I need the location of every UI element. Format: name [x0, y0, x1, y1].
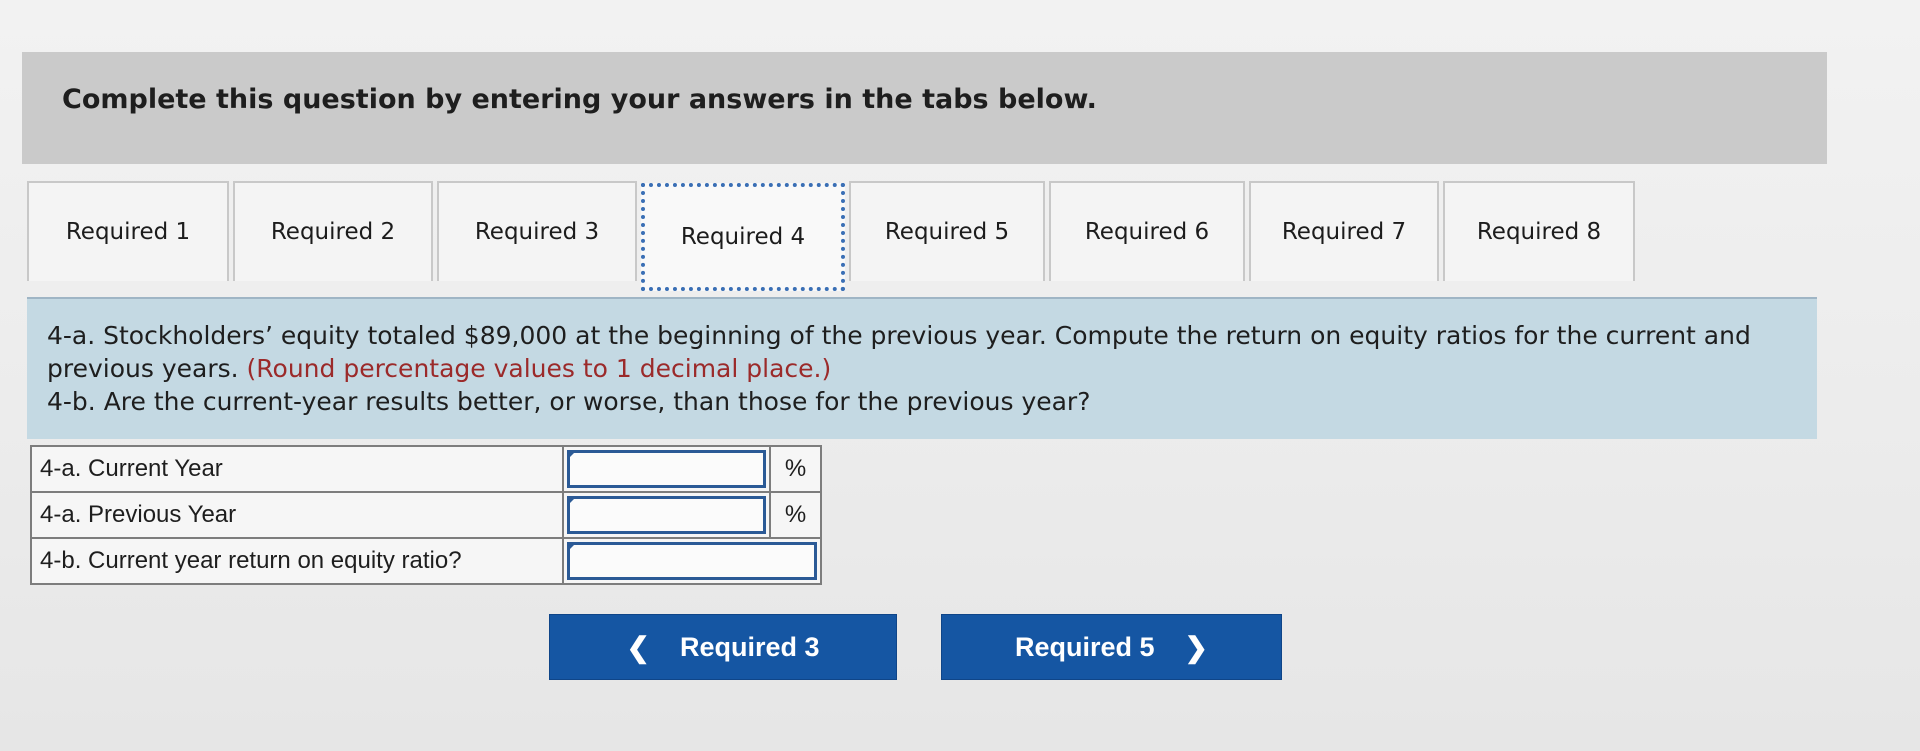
table-row: 4-a. Previous Year % [30, 491, 822, 539]
table-row: 4-b. Current year return on equity ratio… [30, 537, 823, 585]
row-label-4b: 4-b. Current year return on equity ratio… [30, 537, 564, 585]
row-label-current-year: 4-a. Current Year [30, 445, 564, 493]
current-year-roe-input[interactable] [566, 450, 767, 488]
question-instructions: 4-a. Stockholders’ equity totaled $89,00… [27, 299, 1817, 439]
chevron-right-icon: ❯ [1184, 631, 1208, 663]
tab-required-3[interactable]: Required 3 [437, 181, 637, 281]
row-label-previous-year: 4-a. Previous Year [30, 491, 564, 539]
tab-required-4[interactable]: Required 4 [641, 183, 845, 291]
banner-text: Complete this question by entering your … [62, 84, 1097, 115]
percent-unit: % [769, 445, 822, 493]
tab-required-8[interactable]: Required 8 [1443, 181, 1635, 281]
comparison-cell [561, 537, 823, 585]
answer-table: 4-a. Current Year % 4-a. Previous Year %… [30, 445, 823, 585]
tab-bar: Required 1 Required 2 Required 3 Require… [27, 181, 1639, 291]
comparison-dropdown[interactable] [566, 542, 817, 580]
tab-required-5[interactable]: Required 5 [849, 181, 1045, 281]
next-button-label: Required 5 [1014, 631, 1155, 662]
instruction-4b: 4-b. Are the current-year results better… [47, 387, 1091, 416]
tab-required-7[interactable]: Required 7 [1249, 181, 1439, 281]
previous-required-button[interactable]: ❮ Required 3 [549, 614, 897, 680]
chevron-left-icon: ❮ [626, 631, 650, 663]
instructions-banner: Complete this question by entering your … [22, 52, 1827, 164]
table-row: 4-a. Current Year % [30, 445, 822, 493]
tab-required-6[interactable]: Required 6 [1049, 181, 1245, 281]
next-required-button[interactable]: Required 5 ❯ [941, 614, 1282, 680]
percent-unit: % [769, 491, 822, 539]
previous-year-roe-input[interactable] [566, 496, 767, 534]
tab-required-2[interactable]: Required 2 [233, 181, 433, 281]
previous-button-label: Required 3 [679, 631, 820, 662]
previous-year-cell [561, 491, 772, 539]
current-year-cell [561, 445, 772, 493]
rounding-note: (Round percentage values to 1 decimal pl… [246, 354, 832, 383]
tab-required-1[interactable]: Required 1 [27, 181, 229, 281]
instruction-4a: 4-a. Stockholders’ equity totaled $89,00… [47, 319, 1817, 385]
